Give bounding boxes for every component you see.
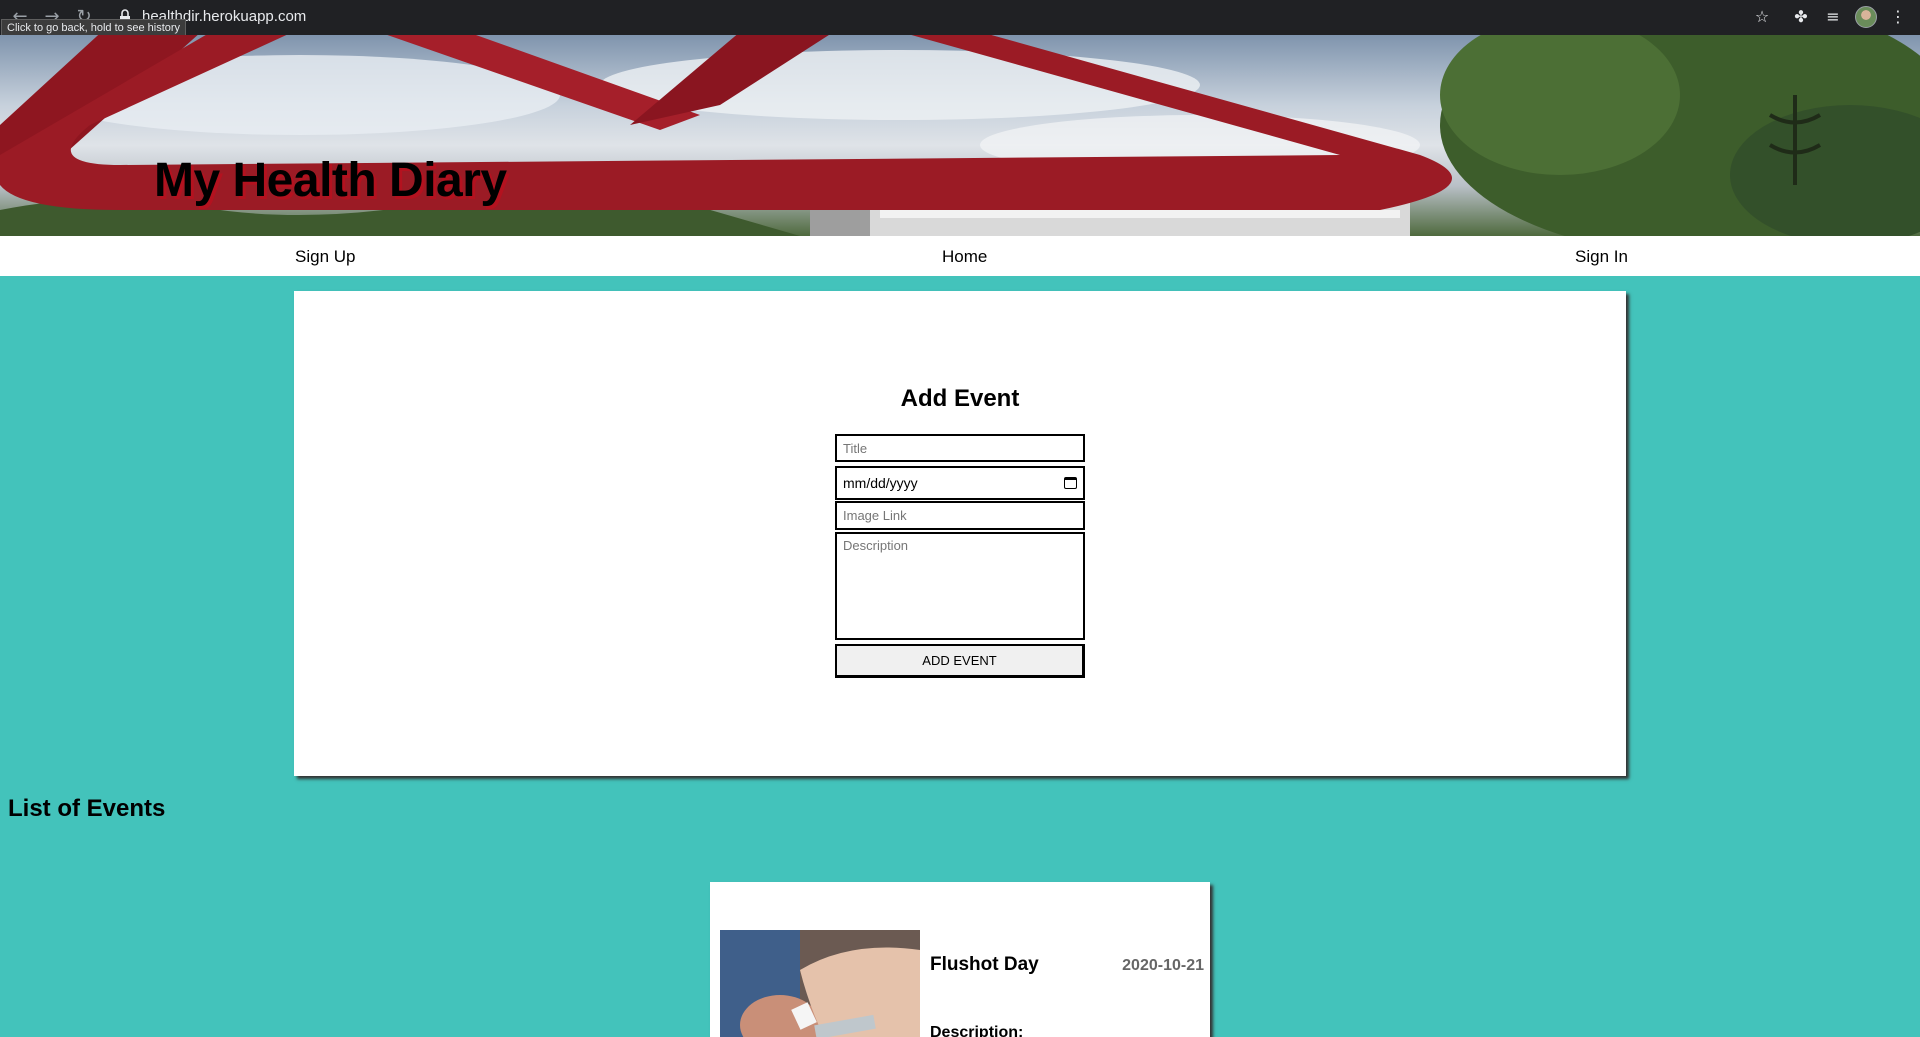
main-nav: Sign Up Home Sign In	[0, 236, 1920, 276]
site-title: My Health Diary	[154, 154, 507, 207]
bookmark-star-icon[interactable]: ☆	[1751, 6, 1773, 28]
extensions-icon[interactable]: ✤	[1790, 6, 1812, 28]
nav-sign-in-link[interactable]: Sign In	[1575, 247, 1628, 267]
nav-home-link[interactable]: Home	[942, 247, 987, 267]
date-placeholder: mm/dd/yyyy	[843, 475, 918, 491]
event-image	[720, 930, 920, 1037]
event-description-label: Description:	[930, 1024, 1024, 1037]
description-textarea[interactable]	[835, 532, 1085, 640]
reading-list-icon[interactable]: ≡	[1822, 6, 1844, 28]
events-list-heading: List of Events	[8, 795, 166, 822]
address-bar[interactable]	[108, 4, 1788, 31]
event-title: Flushot Day	[930, 954, 1039, 975]
event-date: 2020-10-21	[1122, 957, 1204, 974]
calendar-icon[interactable]	[1064, 477, 1077, 489]
date-input[interactable]: mm/dd/yyyy	[835, 466, 1085, 500]
add-event-card: Add Event mm/dd/yyyy ADD EVENT	[294, 291, 1626, 776]
title-input[interactable]	[835, 434, 1085, 462]
image-link-input[interactable]	[835, 501, 1085, 530]
header-banner: My Health Diary	[0, 35, 1920, 236]
nav-sign-up-link[interactable]: Sign Up	[295, 247, 355, 267]
menu-kebab-icon[interactable]: ⋮	[1887, 6, 1909, 28]
add-event-heading: Add Event	[900, 385, 1020, 412]
add-event-button[interactable]: ADD EVENT	[835, 644, 1085, 678]
event-card: Flushot Day 2020-10-21 Description:	[710, 882, 1210, 1037]
browser-toolbar: ← → ↻ healthdir.herokuapp.com ☆ ✤ ≡ ⋮	[0, 0, 1920, 35]
profile-avatar[interactable]	[1855, 6, 1877, 28]
